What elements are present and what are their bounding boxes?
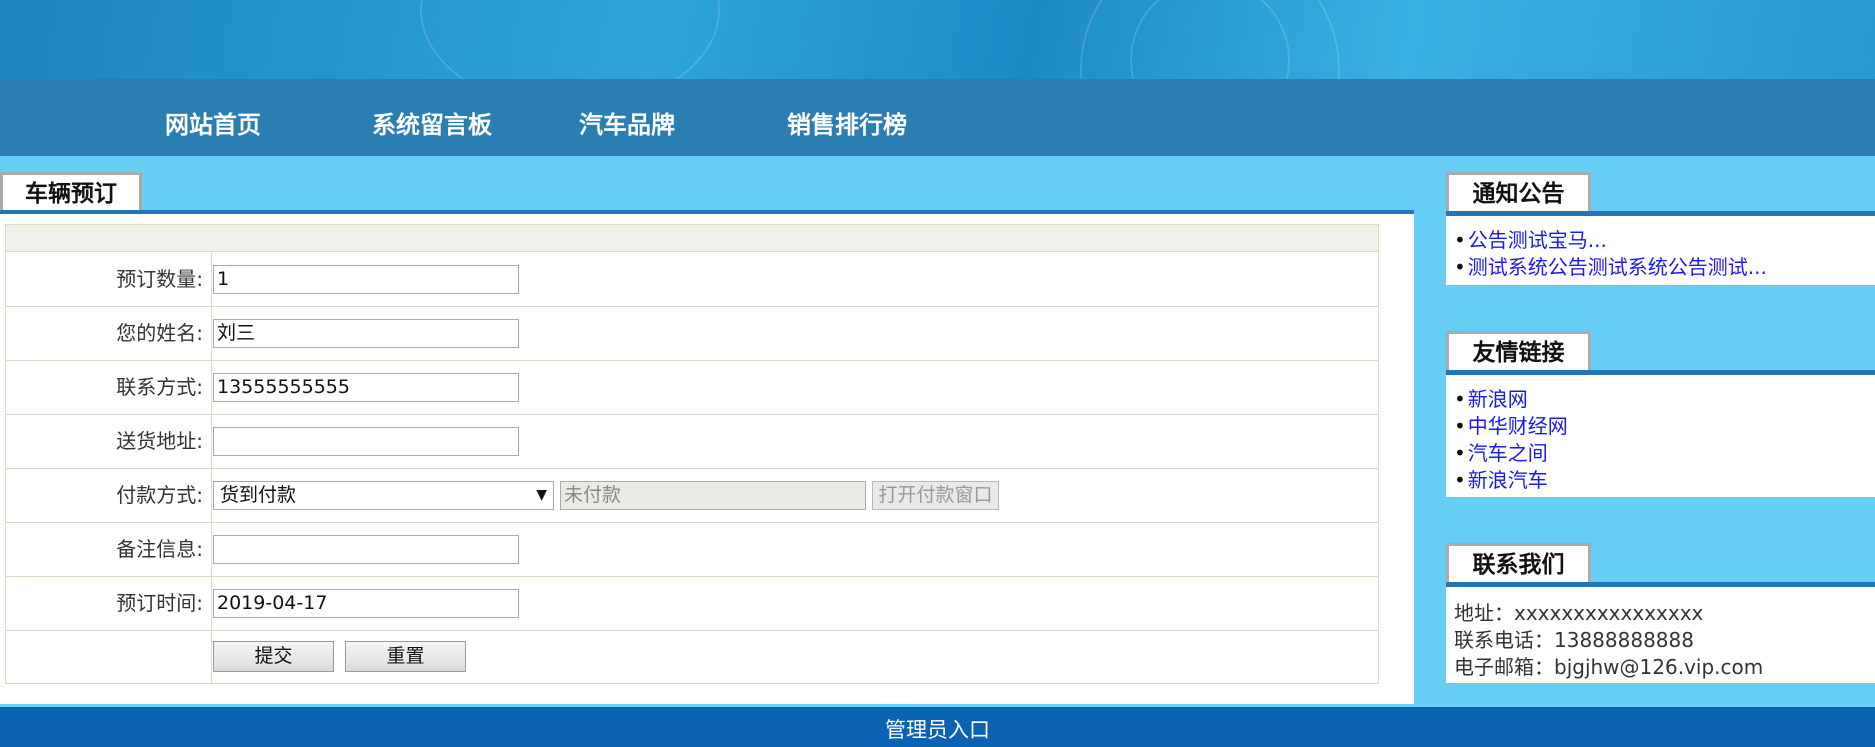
nav-item-home[interactable]: 网站首页 bbox=[165, 105, 261, 140]
form-row-date: 预订时间: 2019-04-17 bbox=[6, 577, 1378, 631]
form-row-quantity: 预订数量: 1 bbox=[6, 253, 1378, 307]
friend-link-text[interactable]: 汽车之间 bbox=[1468, 441, 1548, 465]
payment-label: 付款方式: bbox=[6, 469, 212, 522]
form-row-address: 送货地址: bbox=[6, 415, 1378, 469]
contact-email: 电子邮箱：bjgjhw@126.vip.com bbox=[1454, 655, 1764, 679]
form-header bbox=[6, 225, 1378, 252]
nav-item-sales-ranking[interactable]: 销售排行榜 bbox=[787, 105, 907, 140]
notice-item-text[interactable]: 测试系统公告测试系统公告测试... bbox=[1468, 255, 1767, 279]
links-title: 友情链接 bbox=[1446, 331, 1591, 375]
address-label: 送货地址: bbox=[6, 415, 212, 468]
form-row-payment: 付款方式: 货到付款 ▼ 未付款 打开付款窗口 bbox=[6, 469, 1378, 523]
actions-label-cell bbox=[6, 631, 212, 684]
friend-link[interactable]: • 汽车之间 bbox=[1454, 437, 1548, 466]
nav-item-car-brands[interactable]: 汽车品牌 bbox=[579, 105, 675, 140]
order-form: 预订数量: 1 您的姓名: 刘三 联系方式: 13555555555 送货地址:… bbox=[5, 224, 1379, 684]
contact-address: 地址：xxxxxxxxxxxxxxxx bbox=[1454, 601, 1704, 625]
notice-title: 通知公告 bbox=[1446, 172, 1591, 216]
friend-link[interactable]: • 新浪汽车 bbox=[1454, 464, 1548, 493]
phone-label: 联系方式: bbox=[6, 361, 212, 414]
friend-link[interactable]: • 中华财经网 bbox=[1454, 410, 1568, 439]
payment-method-value: 货到付款 bbox=[220, 484, 297, 506]
dropdown-arrow-icon: ▼ bbox=[536, 487, 547, 503]
notice-item-text[interactable]: 公告测试宝马... bbox=[1468, 228, 1607, 252]
notice-item[interactable]: • 测试系统公告测试系统公告测试... bbox=[1454, 251, 1767, 280]
reset-button[interactable]: 重置 bbox=[345, 641, 466, 672]
friend-link[interactable]: • 新浪网 bbox=[1454, 383, 1528, 412]
order-date-input[interactable]: 2019-04-17 bbox=[213, 589, 519, 618]
payment-method-select[interactable]: 货到付款 ▼ bbox=[213, 481, 554, 510]
notice-item[interactable]: • 公告测试宝马... bbox=[1454, 224, 1607, 253]
name-label: 您的姓名: bbox=[6, 307, 212, 360]
remarks-label: 备注信息: bbox=[6, 523, 212, 576]
form-row-actions: 提交 重置 bbox=[6, 631, 1378, 685]
banner-decoration bbox=[420, 0, 720, 79]
phone-input[interactable]: 13555555555 bbox=[213, 373, 519, 402]
submit-button[interactable]: 提交 bbox=[213, 641, 334, 672]
name-input[interactable]: 刘三 bbox=[213, 319, 519, 348]
header-banner bbox=[0, 0, 1875, 79]
friend-link-text[interactable]: 新浪网 bbox=[1468, 387, 1528, 411]
form-row-phone: 联系方式: 13555555555 bbox=[6, 361, 1378, 415]
contact-title: 联系我们 bbox=[1446, 543, 1591, 587]
contact-phone: 联系电话：13888888888 bbox=[1454, 628, 1694, 652]
banner-decoration bbox=[1130, 0, 1290, 79]
remarks-input[interactable] bbox=[213, 535, 519, 564]
quantity-input[interactable]: 1 bbox=[213, 265, 519, 294]
address-input[interactable] bbox=[213, 427, 519, 456]
friend-link-text[interactable]: 新浪汽车 bbox=[1468, 468, 1548, 492]
nav-item-message-board[interactable]: 系统留言板 bbox=[372, 105, 492, 140]
order-date-label: 预订时间: bbox=[6, 577, 212, 630]
form-row-remarks: 备注信息: bbox=[6, 523, 1378, 577]
form-row-name: 您的姓名: 刘三 bbox=[6, 307, 1378, 361]
friend-link-text[interactable]: 中华财经网 bbox=[1468, 414, 1568, 438]
open-payment-window-button[interactable]: 打开付款窗口 bbox=[872, 481, 999, 510]
footer: 管理员入口 bbox=[0, 707, 1875, 747]
main-nav: 网站首页 系统留言板 汽车品牌 销售排行榜 bbox=[0, 79, 1875, 156]
payment-status-field: 未付款 bbox=[560, 481, 866, 510]
quantity-label: 预订数量: bbox=[6, 253, 212, 306]
admin-entry-link[interactable]: 管理员入口 bbox=[0, 714, 1875, 744]
